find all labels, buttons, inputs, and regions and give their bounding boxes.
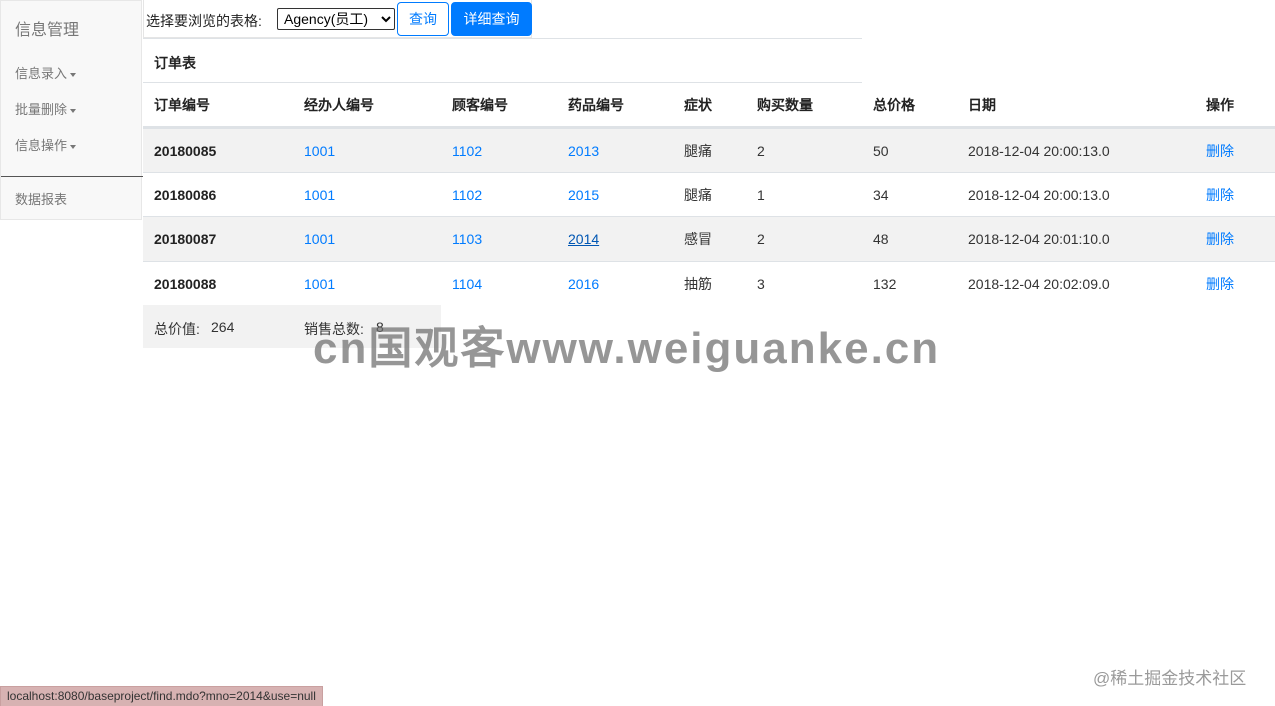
order-number: 20180086 xyxy=(154,186,217,203)
total-price-cell: 50 xyxy=(873,142,889,159)
table-select[interactable]: Agency(员工) xyxy=(277,8,395,30)
column-header: 经办人编号 xyxy=(304,96,374,113)
sidebar-brand[interactable]: 信息管理 xyxy=(15,16,79,40)
total-price-cell: 34 xyxy=(873,186,889,203)
date-cell: 2018-12-04 20:01:10.0 xyxy=(968,231,1110,247)
menu-info-entry[interactable]: 信息录入 xyxy=(15,63,77,82)
agent-link[interactable]: 1001 xyxy=(304,276,335,292)
menu-info-entry-label: 信息录入 xyxy=(15,66,68,81)
table-header-row: 订单编号 经办人编号 顾客编号 药品编号 症状 购买数量 总价格 日期 操作 xyxy=(143,83,1275,128)
column-header: 购买数量 xyxy=(757,96,813,113)
drug-link[interactable]: 2016 xyxy=(568,276,599,292)
table-title: 订单表 xyxy=(154,55,196,71)
table-row: 20180087 1001 1103 2014 感冒 2 48 2018-12-… xyxy=(143,216,1275,261)
caret-down-icon xyxy=(70,144,77,149)
column-header: 操作 xyxy=(1206,96,1234,113)
symptom-cell: 腿痛 xyxy=(684,142,712,159)
delete-link[interactable]: 删除 xyxy=(1206,141,1234,161)
caret-down-icon xyxy=(70,72,77,77)
drug-link[interactable]: 2015 xyxy=(568,187,599,203)
table-row: 20180088 1001 1104 2016 抽筋 3 132 2018-12… xyxy=(143,261,1275,305)
customer-link[interactable]: 1103 xyxy=(452,231,482,247)
symptom-cell: 抽筋 xyxy=(684,275,712,292)
drug-link[interactable]: 2013 xyxy=(568,143,599,159)
drug-link[interactable]: 2014 xyxy=(568,231,599,247)
column-header: 顾客编号 xyxy=(452,96,508,113)
card-header: 订单表 xyxy=(143,38,862,83)
quantity-cell: 1 xyxy=(757,186,765,203)
toolbar: 选择要浏览的表格: Agency(员工) 查询 详细查询 xyxy=(143,0,532,38)
column-header: 症状 xyxy=(684,96,712,113)
quantity-cell: 3 xyxy=(757,275,765,292)
order-number: 20180087 xyxy=(154,231,217,247)
sidebar: 信息管理 信息录入 批量删除 信息操作 数据报表 xyxy=(0,0,143,220)
column-header: 总价格 xyxy=(873,96,915,113)
symptom-cell: 腿痛 xyxy=(684,186,712,203)
column-header: 日期 xyxy=(968,96,996,113)
caret-down-icon xyxy=(70,108,77,113)
customer-link[interactable]: 1104 xyxy=(452,276,482,292)
sidebar-divider xyxy=(1,176,143,177)
column-header: 订单编号 xyxy=(154,96,210,113)
order-number: 20180088 xyxy=(154,275,217,292)
date-cell: 2018-12-04 20:02:09.0 xyxy=(968,275,1110,292)
total-price-cell: 48 xyxy=(873,231,889,247)
watermark: cn国观客www.weiguanke.cn xyxy=(313,324,941,373)
agent-link[interactable]: 1001 xyxy=(304,143,335,159)
order-number: 20180085 xyxy=(154,142,217,159)
agent-link[interactable]: 1001 xyxy=(304,231,335,247)
corner-watermark: @稀土掘金技术社区 xyxy=(1093,669,1247,688)
quantity-cell: 2 xyxy=(757,231,765,247)
quantity-cell: 2 xyxy=(757,142,765,159)
menu-batch-delete[interactable]: 批量删除 xyxy=(15,99,77,118)
column-header: 药品编号 xyxy=(568,96,624,113)
table-row: 20180086 1001 1102 2015 腿痛 1 34 2018-12-… xyxy=(143,172,1275,216)
symptom-cell: 感冒 xyxy=(684,231,712,247)
total-value-label: 总价值: xyxy=(154,321,200,337)
detail-query-button[interactable]: 详细查询 xyxy=(451,2,532,36)
menu-info-operation-label: 信息操作 xyxy=(15,138,68,153)
table-select-label: 选择要浏览的表格: xyxy=(146,13,262,29)
delete-link[interactable]: 删除 xyxy=(1206,229,1234,249)
menu-batch-delete-label: 批量删除 xyxy=(15,102,68,117)
date-cell: 2018-12-04 20:00:13.0 xyxy=(968,142,1110,159)
delete-link[interactable]: 删除 xyxy=(1206,274,1234,294)
total-price-cell: 132 xyxy=(873,275,897,292)
delete-link[interactable]: 删除 xyxy=(1206,185,1234,205)
query-button[interactable]: 查询 xyxy=(397,2,449,36)
total-value: 264 xyxy=(211,319,235,335)
menu-data-report[interactable]: 数据报表 xyxy=(15,189,67,208)
menu-info-operation[interactable]: 信息操作 xyxy=(15,135,77,154)
date-cell: 2018-12-04 20:00:13.0 xyxy=(968,186,1110,203)
customer-link[interactable]: 1102 xyxy=(452,187,482,203)
status-bar-url: localhost:8080/baseproject/find.mdo?mno=… xyxy=(0,686,323,706)
agent-link[interactable]: 1001 xyxy=(304,187,335,203)
customer-link[interactable]: 1102 xyxy=(452,143,482,159)
table-row: 20180085 1001 1102 2013 腿痛 2 50 2018-12-… xyxy=(143,128,1275,172)
